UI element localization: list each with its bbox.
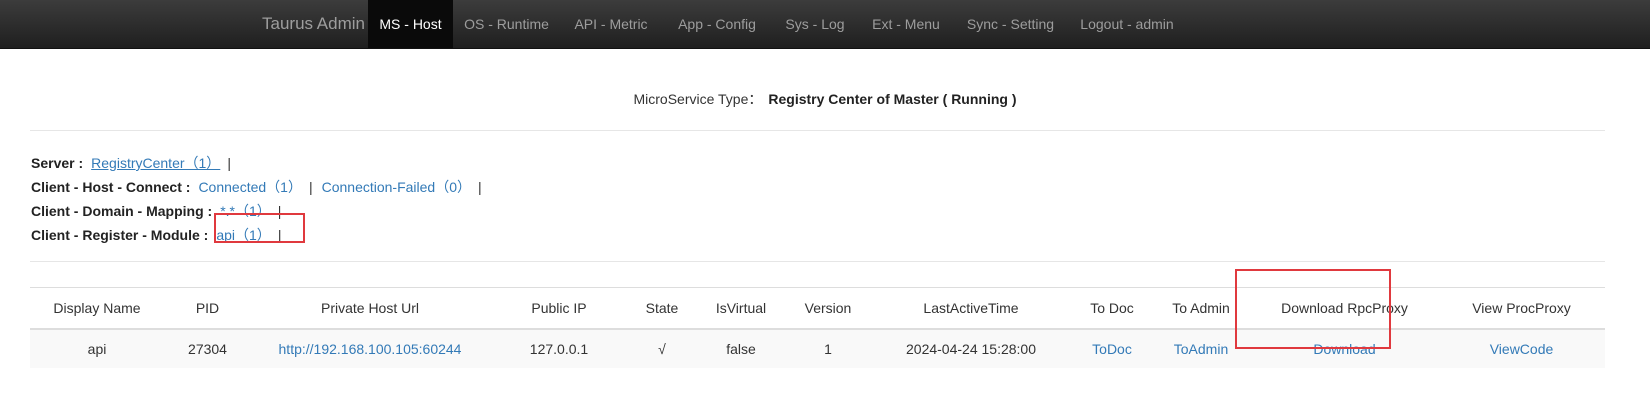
microservice-type-value: Registry Center of Master ( Running ): [768, 91, 1017, 107]
server-key: Server :: [31, 155, 84, 171]
host-connect-key: Client - Host - Connect :: [31, 179, 191, 195]
domain-mapping-key: Client - Domain - Mapping :: [31, 203, 213, 219]
separator: |: [478, 179, 482, 195]
server-line: Server : RegistryCenter（1） |: [31, 153, 240, 173]
microservice-type: MicroService Type： Registry Center of Mas…: [0, 89, 1650, 109]
col-pid: PID: [164, 287, 251, 330]
col-public-ip: Public IP: [489, 287, 629, 330]
col-private-host-url: Private Host Url: [251, 287, 489, 330]
to-admin-link[interactable]: ToAdmin: [1174, 341, 1228, 357]
private-host-url-link[interactable]: http://192.168.100.105:60244: [279, 341, 462, 357]
nav-item-ms-host[interactable]: MS - Host: [368, 0, 453, 48]
connected-link[interactable]: Connected（1）: [198, 179, 302, 195]
to-doc-link[interactable]: ToDoc: [1092, 341, 1132, 357]
host-connect-line: Client - Host - Connect : Connected（1） | Co…: [31, 177, 491, 197]
separator: |: [227, 155, 231, 171]
divider: [30, 130, 1605, 131]
col-last-active-time: LastActiveTime: [869, 287, 1073, 330]
nav-item-logout[interactable]: Logout - admin: [1067, 0, 1187, 48]
col-is-virtual: IsVirtual: [695, 287, 787, 330]
col-to-doc: To Doc: [1073, 287, 1151, 330]
cell-display-name: api: [30, 329, 164, 368]
cell-pid: 27304: [164, 329, 251, 368]
cell-last-active-time: 2024-04-24 15:28:00: [869, 329, 1073, 368]
nav-item-sys-log[interactable]: Sys - Log: [772, 0, 858, 48]
cell-is-virtual: false: [695, 329, 787, 368]
col-version: Version: [787, 287, 869, 330]
col-state: State: [629, 287, 695, 330]
separator: |: [308, 179, 313, 195]
highlight-box-download: [1235, 269, 1391, 349]
cell-public-ip: 127.0.0.1: [489, 329, 629, 368]
top-navbar: Taurus Admin MS - Host OS - Runtime API …: [0, 0, 1650, 49]
register-module-key: Client - Register - Module :: [31, 227, 209, 243]
highlight-box-api-module: [214, 213, 305, 243]
col-view-procproxy: View ProcProxy: [1438, 287, 1605, 330]
nav-item-ext-menu[interactable]: Ext - Menu: [858, 0, 954, 48]
nav-item-os-runtime[interactable]: OS - Runtime: [453, 0, 560, 48]
divider: [30, 261, 1605, 262]
nav-item-app-config[interactable]: App - Config: [662, 0, 772, 48]
brand-title[interactable]: Taurus Admin: [262, 0, 365, 48]
registry-center-link[interactable]: RegistryCenter（1）: [91, 155, 220, 171]
nav-item-sync-setting[interactable]: Sync - Setting: [954, 0, 1067, 48]
nav-item-api-metric[interactable]: API - Metric: [560, 0, 662, 48]
col-display-name: Display Name: [30, 287, 164, 330]
connection-failed-link[interactable]: Connection-Failed（0）: [322, 179, 471, 195]
view-code-link[interactable]: ViewCode: [1490, 341, 1554, 357]
cell-version: 1: [787, 329, 869, 368]
cell-state: √: [629, 329, 695, 368]
microservice-type-label: MicroService Type：: [633, 91, 763, 107]
